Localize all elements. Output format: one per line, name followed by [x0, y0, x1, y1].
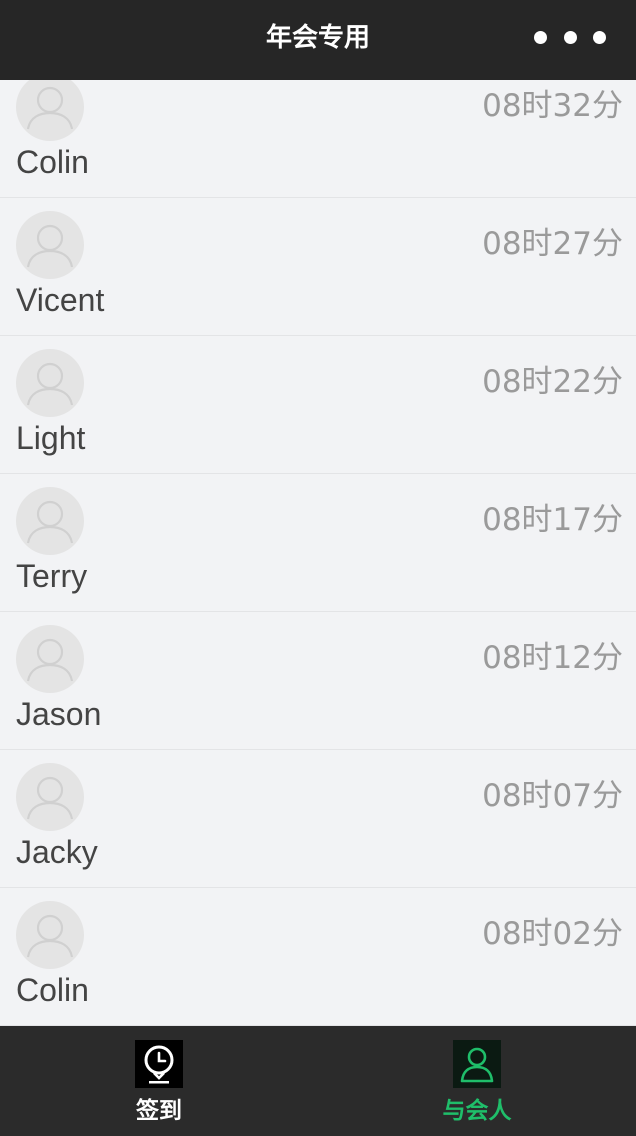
avatar-placeholder-icon — [16, 487, 84, 555]
avatar-placeholder-icon — [16, 901, 84, 969]
more-dot — [534, 30, 547, 44]
more-dots-icon[interactable] — [534, 26, 606, 48]
checkin-time: 08时27分 — [482, 226, 623, 262]
checkin-time: 08时12分 — [482, 640, 623, 676]
checkin-time: 08时22分 — [482, 364, 623, 400]
avatar-placeholder-icon — [16, 80, 84, 141]
more-dot — [563, 30, 577, 44]
tab-checkin[interactable]: 签到 — [0, 1026, 318, 1136]
bottom-tab-bar: 签到 与会人 — [0, 1026, 636, 1136]
tab-label: 与会人 — [442, 1098, 512, 1124]
attendee-row[interactable]: Jacky 08时07分 — [0, 750, 636, 888]
attendee-name: Light — [16, 420, 86, 456]
attendee-row[interactable]: Light 08时22分 — [0, 336, 636, 474]
attendee-row[interactable]: Colin 08时02分 — [0, 888, 636, 1026]
avatar-placeholder-icon — [16, 211, 84, 279]
attendee-row[interactable]: Jason 08时12分 — [0, 612, 636, 750]
attendee-name: Jason — [16, 696, 102, 732]
clock-pin-icon — [135, 1040, 183, 1088]
attendee-row[interactable]: Vicent 08时27分 — [0, 198, 636, 336]
tab-label: 签到 — [136, 1098, 182, 1124]
attendee-list[interactable]: Colin 08时32分 Vicent 08时27分 Light 08时22分 — [0, 80, 636, 1026]
app-root: 年会专用 Colin 08时32分 Vicent 08时27分 Light 08… — [0, 0, 636, 1136]
checkin-time: 08时02分 — [482, 916, 623, 952]
checkin-time: 08时17分 — [482, 502, 623, 538]
avatar-placeholder-icon — [16, 763, 84, 831]
attendee-name: Vicent — [16, 282, 105, 318]
attendee-name: Colin — [16, 972, 89, 1008]
more-dot — [593, 30, 606, 44]
attendee-name: Colin — [16, 144, 89, 180]
checkin-time: 08时07分 — [482, 778, 623, 814]
header-bar: 年会专用 — [0, 0, 636, 80]
checkin-time: 08时32分 — [482, 88, 623, 124]
attendee-name: Terry — [16, 558, 88, 594]
attendee-row[interactable]: Terry 08时17分 — [0, 474, 636, 612]
attendee-name: Jacky — [16, 834, 98, 870]
tab-attendees[interactable]: 与会人 — [318, 1026, 636, 1136]
avatar-placeholder-icon — [16, 349, 84, 417]
avatar-placeholder-icon — [16, 625, 84, 693]
attendee-list-inner: Colin 08时32分 Vicent 08时27分 Light 08时22分 — [0, 80, 636, 1026]
person-icon — [453, 1040, 501, 1088]
attendee-row[interactable]: Colin 08时32分 — [0, 80, 636, 198]
